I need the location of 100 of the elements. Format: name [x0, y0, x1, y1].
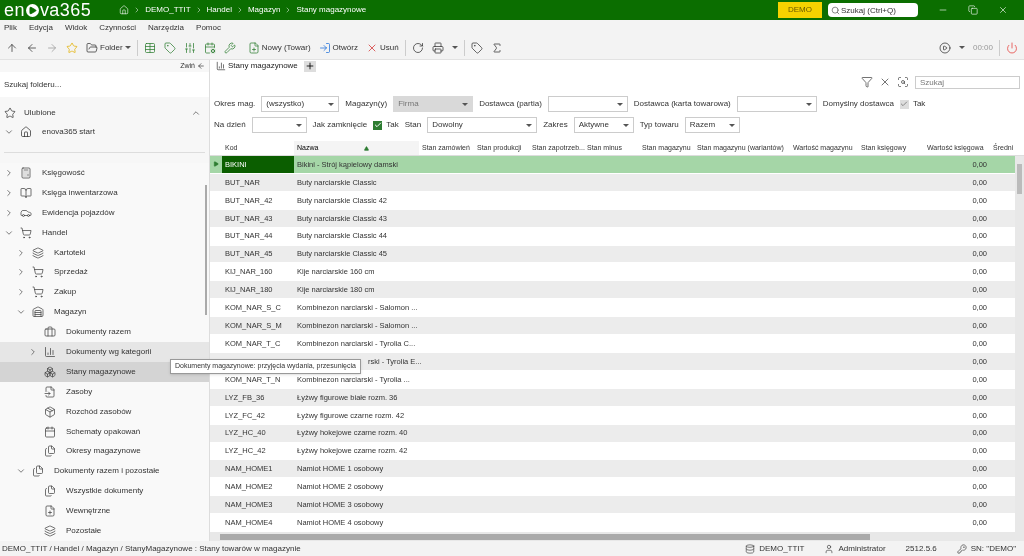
dropdown[interactable]: Razem [684, 117, 740, 133]
check-icon [373, 121, 382, 129]
caret-icon [728, 123, 735, 127]
layers-icon [32, 246, 44, 259]
cart-icon [20, 226, 32, 239]
filter-label: Na dzień [214, 119, 246, 131]
caret-icon [328, 102, 335, 106]
scrollbar[interactable] [205, 185, 207, 315]
table-icon [143, 41, 156, 54]
menu-item[interactable]: Pomoc [196, 22, 221, 34]
search-field[interactable]: Szukaj (Ctrl+Q) [828, 3, 918, 17]
menu-item[interactable]: Edycja [28, 22, 53, 34]
breadcrumb-link[interactable]: Handel [206, 4, 232, 16]
dropdown[interactable]: Aktywne [573, 117, 634, 133]
bar-chart-icon [216, 61, 226, 71]
search-icon [897, 76, 909, 88]
refresh-icon [411, 41, 424, 54]
chevron-right-icon [16, 247, 26, 258]
search-icon [831, 5, 840, 15]
sigma-icon [490, 41, 503, 54]
database-icon [745, 543, 756, 554]
file-plus-icon [247, 41, 260, 54]
menu-item[interactable]: Narzędzia [148, 22, 185, 34]
user-name: Administrator [838, 542, 886, 555]
status-path: DEMO_TTIT / Handel / Magazyn / StanyMagazynowe : Stany towarów w magazynie [1, 542, 301, 555]
scrollbar[interactable] [1015, 156, 1024, 532]
files-icon [44, 445, 56, 458]
caret-icon [622, 123, 629, 127]
file-plus-icon [44, 505, 56, 518]
right-arrow-icon [46, 41, 58, 54]
grid-search-field[interactable]: Szukaj [915, 75, 1020, 89]
calendar-icon [203, 41, 216, 54]
menu-item[interactable]: Czynności [99, 22, 137, 34]
version-text: 2512.5.6 [905, 542, 937, 555]
chevron-right-icon [4, 207, 14, 218]
power-icon [1006, 41, 1018, 54]
filter-label: Dostawca (karta towarowa) [633, 98, 731, 110]
restore-icon [968, 5, 978, 15]
layers-icon [44, 525, 56, 538]
favorites-heading: Ulubione [24, 106, 56, 119]
dropdown[interactable] [736, 96, 817, 112]
new-button[interactable]: Nowy (Towar) [243, 37, 315, 58]
star-icon [4, 106, 16, 119]
up-arrow-icon [6, 41, 18, 54]
tag-icon [163, 41, 176, 54]
chevron-right-icon [28, 347, 38, 357]
add-tab-button[interactable] [303, 60, 316, 72]
tab[interactable]: Stany magazynowe [214, 60, 300, 72]
database-name: DEMO_TTIT [759, 542, 805, 555]
cart-icon [32, 266, 44, 279]
filter-label: Dostawca (partia) [479, 98, 542, 110]
filter-label: Typ towaru [639, 119, 679, 131]
tree-item[interactable]: Dokumenty wg kategorii [0, 342, 209, 362]
timer-text: 00:00 [971, 41, 994, 54]
caret-icon [958, 46, 965, 49]
menu-item[interactable]: Plik [4, 22, 17, 34]
checkbox[interactable]: Tak [373, 119, 399, 131]
breadcrumb-link[interactable]: DEMO_TTIT [145, 4, 191, 16]
tree-item[interactable]: enova365 start [0, 122, 209, 143]
folder-search-field[interactable]: Szukaj folderu... [0, 71, 209, 98]
files-icon [32, 465, 44, 478]
delete-button[interactable]: Usuń [361, 37, 403, 58]
check-icon [900, 100, 909, 108]
sort-icon [364, 146, 369, 151]
dropdown[interactable] [547, 96, 628, 112]
wrench-icon [223, 41, 236, 54]
caret-icon [295, 123, 302, 127]
filter-label: Zakres [543, 119, 568, 131]
dropdown[interactable] [251, 117, 307, 133]
sliders-icon [183, 41, 196, 54]
logo-text: en [4, 1, 25, 19]
calendar-icon [44, 425, 56, 438]
close-icon [998, 5, 1008, 15]
home-icon [20, 126, 32, 139]
chevron-right-icon [4, 168, 14, 178]
dropdown[interactable]: Dowolny [427, 117, 538, 133]
logo-play-icon [25, 3, 39, 17]
close-icon [879, 76, 891, 88]
dropdown[interactable]: (wszystko) [261, 96, 340, 112]
logo-text: va365 [39, 1, 92, 19]
star-icon [66, 41, 78, 54]
caret-icon [526, 123, 533, 127]
filter-label: Okres mag. [214, 98, 256, 110]
caret-icon [616, 102, 623, 106]
horizontal-scrollbar[interactable] [210, 532, 1024, 541]
cart-icon [32, 286, 44, 299]
breadcrumb-link[interactable]: Stany magazynowe [296, 4, 367, 16]
folder-button[interactable]: Folder [82, 37, 135, 58]
caret-icon [451, 46, 458, 49]
chevron-right-icon [16, 287, 26, 298]
bar-chart-icon [44, 346, 56, 358]
calculator-icon [20, 167, 32, 179]
serial-text: SN: "DEMO" [970, 542, 1016, 555]
breadcrumb-link[interactable]: Magazyn [247, 4, 281, 16]
user-icon [824, 543, 835, 554]
filter-label: Magazyn(y) [345, 98, 388, 110]
open-button[interactable]: Otwórz [314, 37, 362, 58]
menu-item[interactable]: Widok [64, 22, 88, 34]
chevron-right-icon [16, 267, 26, 278]
briefcase-icon [44, 326, 56, 339]
